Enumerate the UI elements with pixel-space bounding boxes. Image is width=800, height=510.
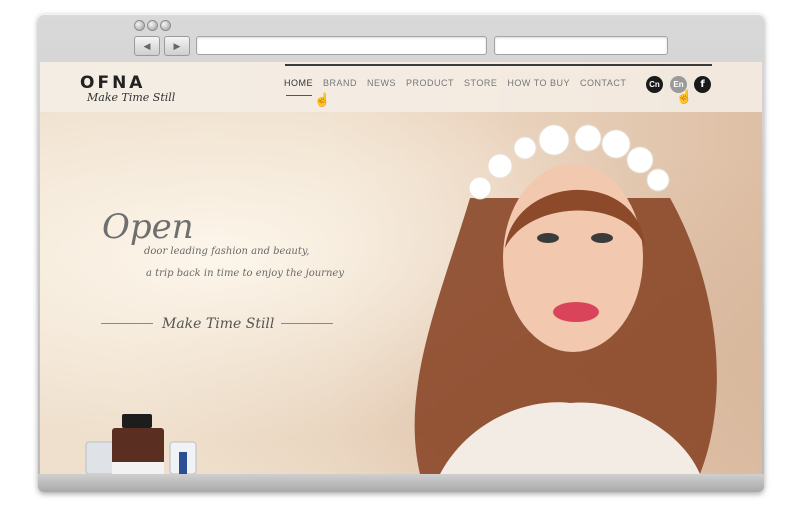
window-close-dot[interactable] — [134, 20, 145, 31]
search-bar[interactable] — [494, 36, 668, 55]
pointer-cursor-icon: ☝ — [314, 92, 331, 107]
window-zoom-dot[interactable] — [160, 20, 171, 31]
lang-cn-button[interactable]: Cn — [646, 76, 663, 93]
nav-news[interactable]: NEWS — [367, 78, 396, 88]
product-bottles — [85, 414, 197, 474]
hero-title: Open — [102, 207, 194, 247]
nav-how-to-buy[interactable]: HOW TO BUY — [507, 78, 570, 88]
signature-rule-left — [101, 323, 153, 324]
flower-7 — [626, 146, 654, 174]
nav-brand[interactable]: BRAND — [323, 78, 357, 88]
page-viewport: OFNA Make Time Still HOME BRAND NEWS PRO… — [40, 62, 762, 474]
nav-active-underline — [286, 95, 312, 96]
site-header: OFNA Make Time Still HOME BRAND NEWS PRO… — [40, 62, 762, 112]
address-bar[interactable] — [196, 36, 487, 55]
pointer-cursor-icon-2: ☝ — [676, 89, 693, 104]
nav-store[interactable]: STORE — [464, 78, 497, 88]
hero-line-1: door leading fashion and beauty, — [144, 246, 310, 257]
facebook-icon[interactable]: f — [694, 76, 711, 93]
flower-4 — [538, 124, 570, 156]
nav-top-rule — [285, 64, 712, 66]
flower-1 — [468, 176, 492, 200]
window-minimize-dot[interactable] — [147, 20, 158, 31]
flower-8 — [646, 168, 670, 192]
nav-product[interactable]: PRODUCT — [406, 78, 454, 88]
right-eye-shape — [591, 233, 613, 243]
brand-logo[interactable]: OFNA — [80, 73, 145, 93]
forward-icon: ▶ — [173, 41, 181, 51]
signature-rule-right — [281, 323, 333, 324]
bottle-small-left — [85, 441, 115, 474]
bottle-label — [112, 462, 164, 474]
hero-portrait — [414, 124, 717, 474]
lips-shape — [553, 302, 599, 322]
back-button[interactable]: ◀ — [134, 36, 160, 56]
brand-tagline: Make Time Still — [87, 91, 176, 104]
browser-bottom-bar — [38, 474, 764, 492]
main-nav: HOME BRAND NEWS PRODUCT STORE HOW TO BUY… — [284, 78, 626, 88]
back-icon: ◀ — [143, 41, 151, 51]
left-eye-shape — [537, 233, 559, 243]
browser-chrome: ◀ ▶ — [38, 14, 764, 62]
hero-signature: Make Time Still — [162, 316, 275, 332]
nav-contact[interactable]: CONTACT — [580, 78, 626, 88]
nav-home[interactable]: HOME — [284, 78, 313, 88]
hero-line-2: a trip back in time to enjoy the journey — [146, 268, 344, 279]
flower-6 — [601, 129, 631, 159]
bottle-blue-accent — [179, 452, 187, 474]
flower-3 — [513, 136, 537, 160]
browser-window: ◀ ▶ OFNA Make Time Still HOME BRAND NEWS… — [38, 14, 764, 492]
forward-button[interactable]: ▶ — [164, 36, 190, 56]
flower-5 — [574, 124, 602, 152]
flower-2 — [487, 153, 513, 179]
bottle-cap-main — [122, 414, 152, 428]
